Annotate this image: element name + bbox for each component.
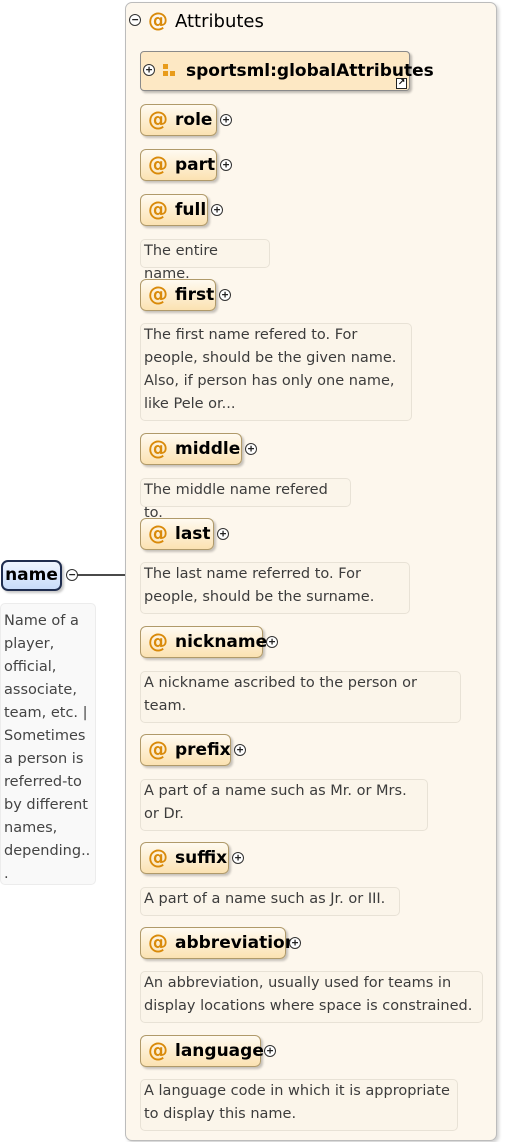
- doc-line: An abbreviation, usually used for teams …: [144, 975, 452, 991]
- doc-line: names,: [4, 820, 58, 836]
- doc-line: Also, if person has only one name,: [144, 373, 395, 389]
- attribute-at-icon: @: [148, 521, 168, 545]
- attribute-at-icon: @: [148, 1038, 168, 1062]
- element-documentation: Name of a player, official, associate, t…: [0, 603, 96, 885]
- connector-line: [76, 574, 126, 576]
- attribute-documentation: A language code in which it is appropria…: [140, 1079, 458, 1131]
- attribute-part[interactable]: @ part: [140, 149, 217, 181]
- attribute-documentation: An abbreviation, usually used for teams …: [140, 971, 483, 1023]
- attribute-last[interactable]: @ last: [140, 518, 214, 550]
- doc-line: Sometimes: [4, 728, 86, 744]
- attribute-documentation: The last name referred to. For people, sh…: [140, 562, 410, 614]
- attribute-at-icon: @: [148, 930, 168, 954]
- doc-line: team.: [144, 698, 187, 714]
- doc-line: a person is: [4, 751, 84, 767]
- attribute-middle[interactable]: @ middle: [140, 433, 242, 465]
- doc-line: .: [4, 866, 9, 882]
- attribute-documentation: A nickname ascribed to the person or team…: [140, 671, 461, 723]
- expand-plus-icon[interactable]: +: [220, 159, 232, 171]
- attributes-at-icon: @: [148, 8, 168, 32]
- expand-plus-icon[interactable]: +: [211, 204, 223, 216]
- attribute-role[interactable]: @ role: [140, 104, 217, 136]
- doc-line: like Pele or...: [144, 396, 236, 412]
- collapse-minus-icon[interactable]: −: [66, 569, 78, 581]
- expand-plus-icon[interactable]: +: [264, 1045, 276, 1057]
- doc-line: A nickname ascribed to the person or: [144, 675, 417, 691]
- attribute-label: language: [175, 1041, 264, 1061]
- doc-line: player,: [4, 636, 55, 652]
- doc-line: people, should be the given name.: [144, 350, 397, 366]
- reference-arrow-icon[interactable]: ↗: [396, 78, 407, 89]
- attribute-label: first: [175, 285, 215, 305]
- expand-plus-icon[interactable]: +: [217, 528, 229, 540]
- attributes-group-title: Attributes: [175, 11, 264, 32]
- expand-plus-icon[interactable]: +: [220, 114, 232, 126]
- doc-line: team, etc. |: [4, 705, 88, 721]
- attribute-label: last: [175, 524, 211, 544]
- attribute-prefix[interactable]: @ prefix: [140, 734, 231, 766]
- attribute-label: nickname: [175, 632, 268, 652]
- doc-line: official,: [4, 659, 57, 675]
- attribute-label: part: [175, 155, 216, 175]
- doc-line: The last name referred to. For: [144, 566, 361, 582]
- doc-line: Name of a: [4, 613, 79, 629]
- attribute-at-icon: @: [148, 197, 168, 221]
- collapse-minus-icon[interactable]: −: [129, 14, 141, 26]
- attribute-label: abbreviation: [175, 933, 297, 953]
- attribute-first[interactable]: @ first: [140, 279, 216, 311]
- doc-line: by different: [4, 797, 88, 813]
- attribute-at-icon: @: [148, 737, 168, 761]
- attribute-at-icon: @: [148, 107, 168, 131]
- attribute-at-icon: @: [148, 282, 168, 306]
- attribute-label: full: [175, 200, 207, 220]
- doc-line: associate,: [4, 682, 77, 698]
- attribute-documentation: A part of a name such as Jr. or III.: [140, 887, 400, 916]
- attribute-abbreviation[interactable]: @ abbreviation: [140, 927, 297, 959]
- attribute-label: middle: [175, 439, 241, 459]
- doc-line: depending..: [4, 843, 91, 859]
- doc-line: A part of a name such as Jr. or III.: [144, 891, 386, 907]
- attribute-documentation: The middle name refered to.: [140, 478, 351, 521]
- expand-plus-icon[interactable]: +: [232, 852, 244, 864]
- element-name-box[interactable]: name: [1, 560, 62, 591]
- attribute-label: suffix: [175, 848, 228, 868]
- doc-line: display locations where space is constra…: [144, 998, 473, 1014]
- doc-line: referred-to: [4, 774, 82, 790]
- expand-plus-icon[interactable]: +: [266, 636, 278, 648]
- expand-plus-icon[interactable]: +: [234, 744, 246, 756]
- expand-plus-icon[interactable]: +: [289, 937, 301, 949]
- attribute-group-icon: [163, 64, 176, 77]
- attribute-at-icon: @: [148, 436, 168, 460]
- expand-plus-icon[interactable]: +: [143, 64, 155, 76]
- attribute-documentation: The entire name.: [140, 239, 270, 282]
- attribute-at-icon: @: [148, 152, 168, 176]
- attribute-language[interactable]: @ language: [140, 1035, 264, 1067]
- attribute-at-icon: @: [148, 845, 168, 869]
- expand-plus-icon[interactable]: +: [219, 289, 231, 301]
- doc-line: or Dr.: [144, 806, 184, 822]
- attribute-label: prefix: [175, 740, 231, 760]
- attribute-documentation: The first name refered to. For people, sh…: [140, 323, 412, 421]
- attribute-at-icon: @: [148, 629, 168, 653]
- attribute-suffix[interactable]: @ suffix: [140, 842, 229, 874]
- attribute-documentation: A part of a name such as Mr. or Mrs. or D…: [140, 779, 428, 831]
- doc-line: A language code in which it is appropria…: [144, 1083, 450, 1099]
- doc-line: A part of a name such as Mr. or Mrs.: [144, 783, 407, 799]
- attribute-nickname[interactable]: @ nickname: [140, 626, 267, 658]
- attribute-label: role: [175, 110, 213, 130]
- expand-plus-icon[interactable]: +: [245, 443, 257, 455]
- element-name-label: name: [5, 565, 58, 585]
- doc-line: to display this name.: [144, 1106, 297, 1122]
- doc-line: The first name refered to. For: [144, 327, 358, 343]
- attribute-full[interactable]: @ full: [140, 194, 208, 226]
- global-attributes-ref[interactable]: sportsml:globalAttributes: [140, 51, 434, 91]
- doc-line: people, should be the surname.: [144, 589, 375, 605]
